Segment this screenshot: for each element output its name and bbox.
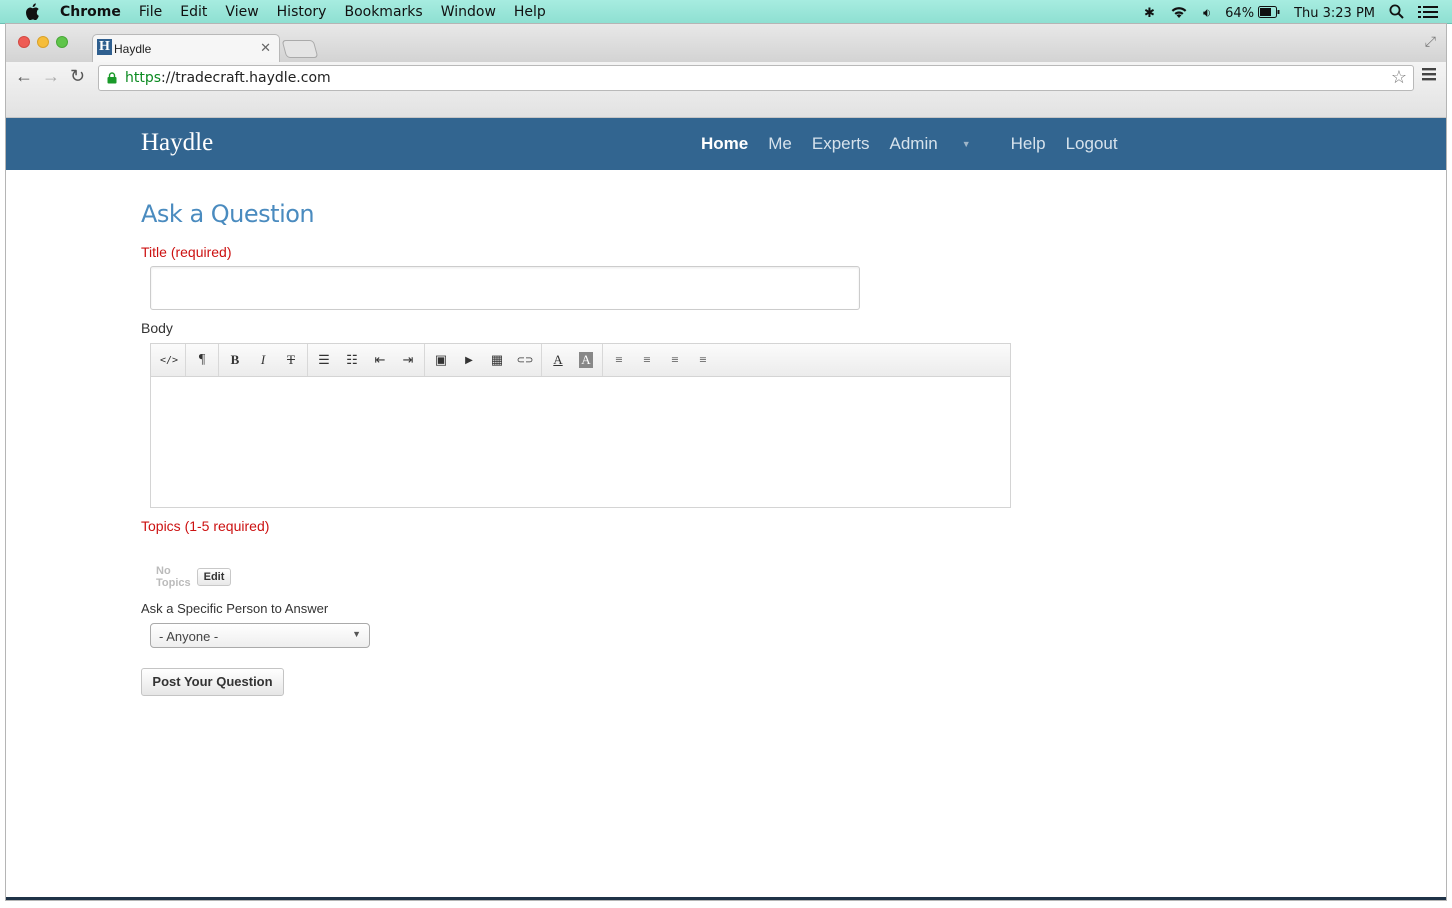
clock[interactable]: Thu 3:23 PM: [1294, 6, 1375, 21]
battery-icon: [1258, 5, 1280, 22]
menu-window[interactable]: Window: [441, 4, 496, 20]
menubar-menus: Chrome File Edit View History Bookmarks …: [60, 4, 564, 20]
background-color-icon[interactable]: A: [579, 352, 593, 368]
nav-experts[interactable]: Experts: [812, 134, 870, 154]
minimize-window-button[interactable]: [37, 36, 49, 48]
numbered-list-icon[interactable]: ☷: [338, 352, 366, 368]
nav-home[interactable]: Home: [701, 134, 748, 154]
topics-label: Topics (1-5 required): [141, 518, 270, 534]
menu-file[interactable]: File: [139, 4, 162, 20]
close-window-button[interactable]: [18, 36, 30, 48]
italic-icon[interactable]: I: [249, 352, 277, 368]
align-right-icon[interactable]: ≡: [661, 352, 689, 368]
selected-person: - Anyone -: [159, 629, 219, 644]
apple-icon[interactable]: [26, 3, 42, 24]
post-question-button[interactable]: Post Your Question: [141, 668, 284, 696]
title-label: Title (required): [141, 244, 232, 260]
font-color-icon[interactable]: A: [544, 352, 572, 368]
bullet-list-icon[interactable]: ☰: [310, 352, 338, 368]
bookmark-star-icon[interactable]: ☆: [1391, 67, 1407, 88]
back-arrow-icon[interactable]: ←: [15, 66, 33, 87]
paragraph-format-icon[interactable]: ¶: [188, 352, 216, 368]
strikethrough-icon[interactable]: T: [277, 352, 305, 368]
spotlight-search-icon[interactable]: [1389, 4, 1404, 23]
url-text: https://tradecraft.haydle.com: [125, 70, 331, 86]
menu-edit[interactable]: Edit: [180, 4, 207, 20]
nav-admin-label: Admin: [889, 134, 938, 153]
bold-icon[interactable]: B: [221, 352, 249, 368]
menu-view[interactable]: View: [225, 4, 258, 20]
url-scheme: https: [125, 70, 162, 86]
menu-app-chrome[interactable]: Chrome: [60, 4, 121, 20]
site-navbar: Haydle Home Me Experts Admin ▼ Help Logou…: [6, 118, 1446, 170]
browser-toolbar: ← → ↻ https://tradecraft.haydle.com ☆: [6, 62, 1446, 118]
battery-status[interactable]: 64%: [1225, 5, 1280, 22]
close-tab-icon[interactable]: ✕: [260, 40, 271, 56]
nav-logout[interactable]: Logout: [1066, 134, 1118, 154]
nav-admin[interactable]: Admin ▼: [890, 134, 991, 154]
mac-menubar: Chrome File Edit View History Bookmarks …: [0, 0, 1452, 24]
link-icon[interactable]: ⊂⊃: [511, 355, 539, 366]
tab-title: Haydle: [114, 42, 152, 56]
table-icon[interactable]: ▦: [483, 352, 511, 368]
menu-help[interactable]: Help: [514, 4, 546, 20]
chrome-menu-icon[interactable]: [1422, 68, 1436, 86]
notification-center-icon[interactable]: [1418, 5, 1438, 23]
justify-icon[interactable]: ≡: [689, 352, 717, 368]
outdent-icon[interactable]: ⇤: [366, 352, 394, 368]
browser-window: H Haydle ✕ ⤢ ← → ↻ https://tradecraft.ha…: [6, 24, 1446, 900]
volume-icon[interactable]: 🔉︎: [1203, 6, 1211, 21]
video-icon[interactable]: ▶: [455, 355, 483, 366]
align-left-icon[interactable]: ≡: [605, 352, 633, 368]
tab-haydle[interactable]: H Haydle ✕: [92, 34, 280, 62]
editor-body[interactable]: [151, 377, 1010, 507]
html-source-icon[interactable]: </>: [155, 355, 183, 366]
nav-me[interactable]: Me: [768, 134, 792, 154]
editor-toolbar: </> ¶ B I T ☰ ☷ ⇤ ⇥ ▣ ▶ ▦ ⊂⊃ A A ≡ ≡ ≡ ≡: [151, 344, 1010, 377]
indent-icon[interactable]: ⇥: [394, 352, 422, 368]
window-controls: [18, 36, 68, 48]
address-bar[interactable]: https://tradecraft.haydle.com ☆: [98, 65, 1414, 91]
tab-strip: H Haydle ✕ ⤢: [6, 24, 1446, 62]
caret-down-icon: ▼: [961, 139, 971, 149]
menu-bookmarks[interactable]: Bookmarks: [344, 4, 422, 20]
fullscreen-icon[interactable]: ⤢: [1425, 33, 1436, 50]
battery-percent: 64%: [1225, 6, 1255, 21]
select-arrow-icon: ▼: [352, 629, 361, 639]
body-label: Body: [141, 320, 173, 336]
rich-text-editor: </> ¶ B I T ☰ ☷ ⇤ ⇥ ▣ ▶ ▦ ⊂⊃ A A ≡ ≡ ≡ ≡: [150, 343, 1011, 508]
reload-icon[interactable]: ↻: [70, 66, 85, 87]
forward-arrow-icon[interactable]: →: [42, 66, 60, 87]
lock-icon: [107, 71, 117, 84]
nav-help[interactable]: Help: [1011, 134, 1046, 154]
bluetooth-icon[interactable]: ✱: [1144, 6, 1155, 21]
edit-topics-button[interactable]: Edit: [196, 568, 232, 586]
site-nav-links: Home Me Experts Admin ▼ Help Logout: [701, 134, 1138, 154]
menubar-status: ✱ 🔉︎ 64% Thu 3:23 PM: [1144, 4, 1438, 23]
topics-row: No Topics Edit: [156, 565, 232, 589]
site-brand[interactable]: Haydle: [141, 129, 213, 157]
specific-person-label: Ask a Specific Person to Answer: [141, 601, 329, 616]
title-input[interactable]: [150, 266, 860, 310]
zoom-window-button[interactable]: [56, 36, 68, 48]
specific-person-select[interactable]: - Anyone - ▼: [150, 623, 370, 648]
image-icon[interactable]: ▣: [427, 352, 455, 368]
new-tab-button[interactable]: [281, 40, 319, 58]
no-topics-text: No Topics: [156, 565, 191, 589]
page-title: Ask a Question: [141, 200, 315, 228]
haydle-favicon-icon: H: [97, 39, 112, 55]
align-center-icon[interactable]: ≡: [633, 352, 661, 368]
wifi-icon[interactable]: [1169, 5, 1189, 23]
dock-edge: [6, 897, 1446, 900]
menu-history[interactable]: History: [277, 4, 327, 20]
url-host: ://tradecraft.haydle.com: [161, 70, 331, 86]
